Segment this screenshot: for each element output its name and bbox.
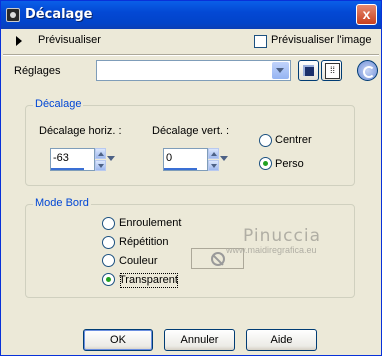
vert-offset-bar xyxy=(164,168,197,170)
reglages-label: Réglages xyxy=(14,65,61,77)
increment-icon[interactable] xyxy=(208,148,219,159)
perso-radio[interactable] xyxy=(259,157,272,170)
title-bar: Décalage x xyxy=(1,1,381,29)
transparent-radio[interactable] xyxy=(102,273,115,286)
vert-offset-spinner[interactable]: 0 xyxy=(163,148,230,171)
decrement-icon[interactable] xyxy=(208,160,219,171)
decrement-icon[interactable] xyxy=(95,160,106,171)
preview-label[interactable]: Prévisualiser xyxy=(38,34,101,46)
preview-image-label[interactable]: Prévisualiser l'image xyxy=(271,34,372,46)
chevron-down-icon[interactable] xyxy=(106,153,117,165)
centrer-label[interactable]: Centrer xyxy=(275,134,312,146)
horiz-offset-updown[interactable] xyxy=(95,148,106,171)
cancel-button[interactable]: Annuler xyxy=(164,329,235,351)
couleur-radio[interactable] xyxy=(102,254,115,267)
centrer-radio[interactable] xyxy=(259,134,272,147)
couleur-label[interactable]: Couleur xyxy=(119,255,158,267)
separator xyxy=(3,54,379,56)
repetition-label[interactable]: Répétition xyxy=(119,236,169,248)
expand-preview-icon[interactable] xyxy=(16,36,22,46)
watermark-title: Pinuccia xyxy=(243,226,321,246)
chevron-down-icon[interactable] xyxy=(219,153,230,165)
close-button[interactable]: x xyxy=(356,4,377,25)
reset-button[interactable] xyxy=(357,60,378,81)
no-color-icon xyxy=(211,252,225,266)
increment-icon[interactable] xyxy=(95,148,106,159)
window-title: Décalage xyxy=(25,7,93,22)
decalage-dialog: Décalage x Prévisualiser Prévisualiser l… xyxy=(0,0,382,356)
enroulement-label[interactable]: Enroulement xyxy=(119,217,181,229)
enroulement-radio[interactable] xyxy=(102,217,115,230)
chevron-down-icon[interactable] xyxy=(272,62,289,79)
offset-group-legend: Décalage xyxy=(33,98,84,110)
perso-label[interactable]: Perso xyxy=(275,158,304,170)
ok-button[interactable]: OK xyxy=(83,329,153,351)
app-icon xyxy=(6,8,20,22)
vert-offset-updown[interactable] xyxy=(208,148,219,171)
preview-row: Prévisualiser Prévisualiser l'image xyxy=(1,30,381,52)
preview-image-checkbox[interactable] xyxy=(254,35,267,48)
save-preset-button[interactable] xyxy=(298,60,319,81)
horiz-offset-bar xyxy=(51,168,84,170)
help-button[interactable]: Aide xyxy=(246,329,317,351)
randomize-button[interactable] xyxy=(321,60,342,81)
edge-mode-legend: Mode Bord xyxy=(33,197,91,209)
watermark-url: www.maidiregrafica.eu xyxy=(226,245,317,255)
preset-select[interactable] xyxy=(96,60,291,81)
repetition-radio[interactable] xyxy=(102,236,115,249)
horiz-offset-spinner[interactable]: -63 xyxy=(50,148,117,171)
vert-offset-label: Décalage vert. : xyxy=(152,125,230,137)
transparent-label[interactable]: Transparent xyxy=(119,274,178,286)
horiz-offset-label: Décalage horiz. : xyxy=(39,125,122,137)
